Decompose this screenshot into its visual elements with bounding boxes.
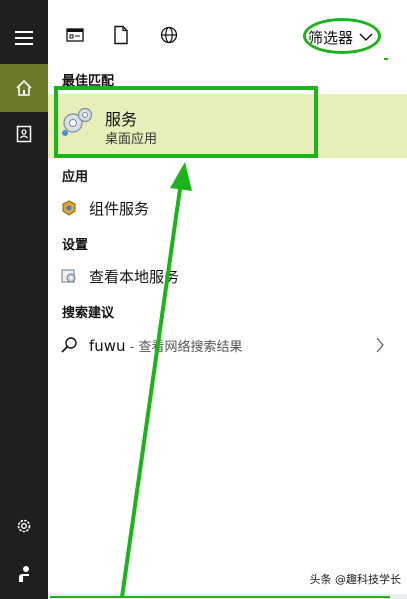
local-services-icon [60,267,78,285]
search-suggestions-heading: 搜索建议 [62,306,115,321]
documents-filter-button[interactable] [110,24,132,46]
settings-heading: 设置 [62,238,89,253]
apps-filter-button[interactable] [64,24,86,46]
menu-icon [15,31,33,45]
suggestion-query: fuwu [89,336,126,355]
setting-result-label: 查看本地服务 [89,267,180,286]
annotation-underline [50,596,390,598]
suggestion-suffix: - 查看网络搜索结果 [125,339,243,355]
annotation-mark [384,58,388,60]
home-button[interactable] [0,64,48,112]
web-filter-button[interactable] [158,24,180,46]
search-icon [60,336,78,354]
chevron-down-icon [359,33,373,41]
component-services-icon [60,199,78,217]
app-result-component-services[interactable]: 组件服务 [48,191,407,225]
document-icon [114,25,128,45]
settings-button[interactable] [0,502,48,550]
filter-dropdown[interactable]: 筛选器 [308,27,373,48]
user-icon [19,566,29,582]
filter-label: 筛选器 [308,29,354,47]
app-window-icon [66,28,84,42]
setting-result-view-local-services[interactable]: 查看本地服务 [48,259,407,293]
suggestion-text: fuwu - 查看网络搜索结果 [89,336,243,355]
start-rail [0,0,48,599]
apps-heading: 应用 [62,170,89,185]
annotation-box [54,86,318,158]
app-result-label: 组件服务 [89,199,150,218]
watermark: 头条 @趣科技学长 [309,573,402,586]
gear-icon [17,519,31,533]
chevron-right-icon [376,337,384,353]
home-icon [16,79,32,96]
web-search-suggestion[interactable]: fuwu - 查看网络搜索结果 [48,328,407,362]
search-results-panel: 筛选器 最佳匹配 服务 桌面应用 应用 组件服务 设置 查看本地服务 搜索建议 … [48,0,407,599]
hamburger-menu-button[interactable] [0,14,48,62]
globe-icon [160,26,178,44]
user-button[interactable] [0,550,48,598]
notebook-button[interactable] [0,110,48,158]
search-toolbar: 筛选器 [48,0,407,62]
notebook-icon [16,125,32,143]
